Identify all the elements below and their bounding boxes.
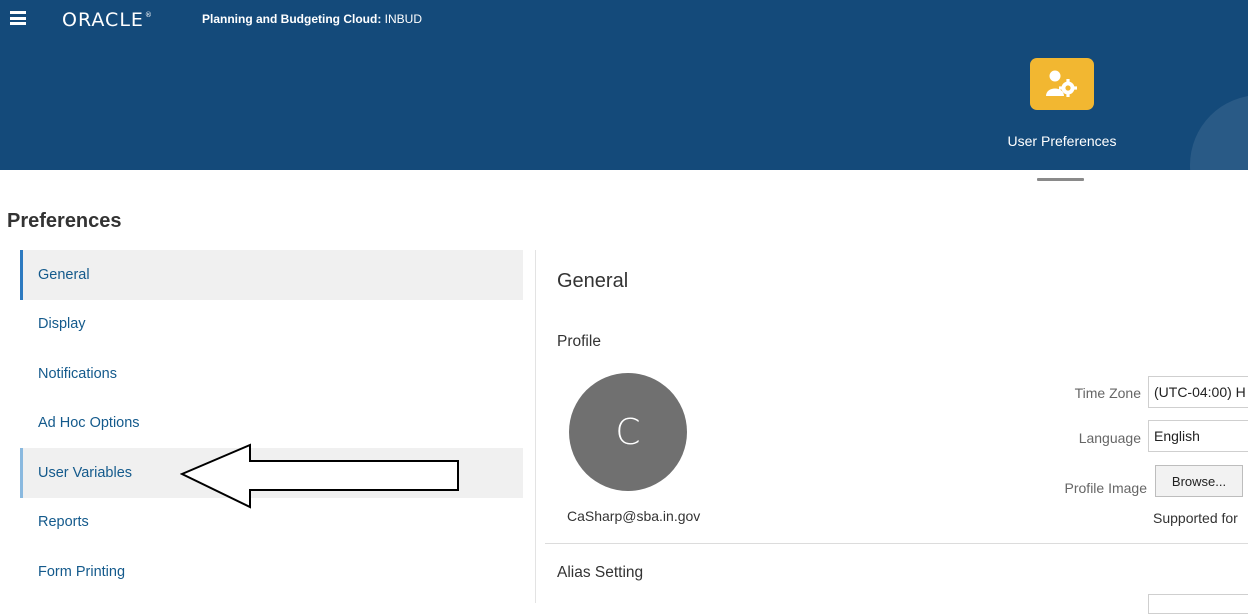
user-email: CaSharp@sba.in.gov	[567, 508, 701, 524]
app-name: Planning and Budgeting Cloud:	[202, 12, 382, 26]
user-preferences-tile[interactable]	[1030, 58, 1094, 110]
app-title: Planning and Budgeting Cloud: INBUD	[202, 12, 422, 26]
nav-item-label: Form Printing	[38, 563, 126, 580]
section-divider	[545, 543, 1248, 544]
decorative-circle	[1190, 95, 1248, 170]
oracle-logo-text: ORACLE	[62, 9, 144, 31]
page-title: Preferences	[7, 210, 122, 232]
oracle-logo: ORACLE®	[62, 9, 153, 31]
app-header: ORACLE® Planning and Budgeting Cloud: IN…	[0, 0, 1248, 170]
user-gear-icon	[1046, 70, 1077, 97]
app-instance: INBUD	[384, 12, 422, 26]
nav-item-ad-hoc-options[interactable]: Ad Hoc Options	[20, 399, 523, 449]
time-zone-select[interactable]: (UTC-04:00) H	[1148, 376, 1248, 408]
active-tile-indicator	[1037, 178, 1084, 181]
nav-item-notifications[interactable]: Notifications	[20, 349, 523, 399]
nav-item-general[interactable]: General	[20, 250, 523, 300]
nav-item-label: Notifications	[38, 365, 117, 382]
user-preferences-label[interactable]: User Preferences	[990, 133, 1134, 149]
nav-item-label: Display	[38, 316, 86, 333]
nav-item-form-printing[interactable]: Form Printing	[20, 547, 523, 597]
annotation-arrow	[180, 443, 459, 509]
time-zone-label: Time Zone	[1074, 385, 1141, 401]
nav-item-label: Reports	[38, 514, 89, 531]
hamburger-menu-icon[interactable]	[10, 11, 26, 25]
avatar: C	[569, 373, 687, 491]
section-title: General	[557, 270, 629, 292]
preferences-nav: General Display Notifications Ad Hoc Opt…	[20, 250, 523, 597]
browse-button[interactable]: Browse...	[1155, 465, 1243, 497]
nav-item-label: User Variables	[38, 464, 133, 481]
nav-item-label: General	[38, 266, 90, 283]
language-select[interactable]: English	[1148, 420, 1248, 452]
supported-formats-text: Supported for	[1153, 510, 1238, 526]
language-label: Language	[1078, 430, 1141, 446]
nav-item-label: Ad Hoc Options	[38, 415, 140, 432]
alias-select[interactable]	[1148, 594, 1248, 614]
alias-setting-heading: Alias Setting	[557, 564, 644, 581]
profile-image-label: Profile Image	[1064, 480, 1147, 496]
nav-item-display[interactable]: Display	[20, 300, 523, 350]
profile-heading: Profile	[557, 333, 601, 350]
vertical-divider	[535, 250, 536, 603]
